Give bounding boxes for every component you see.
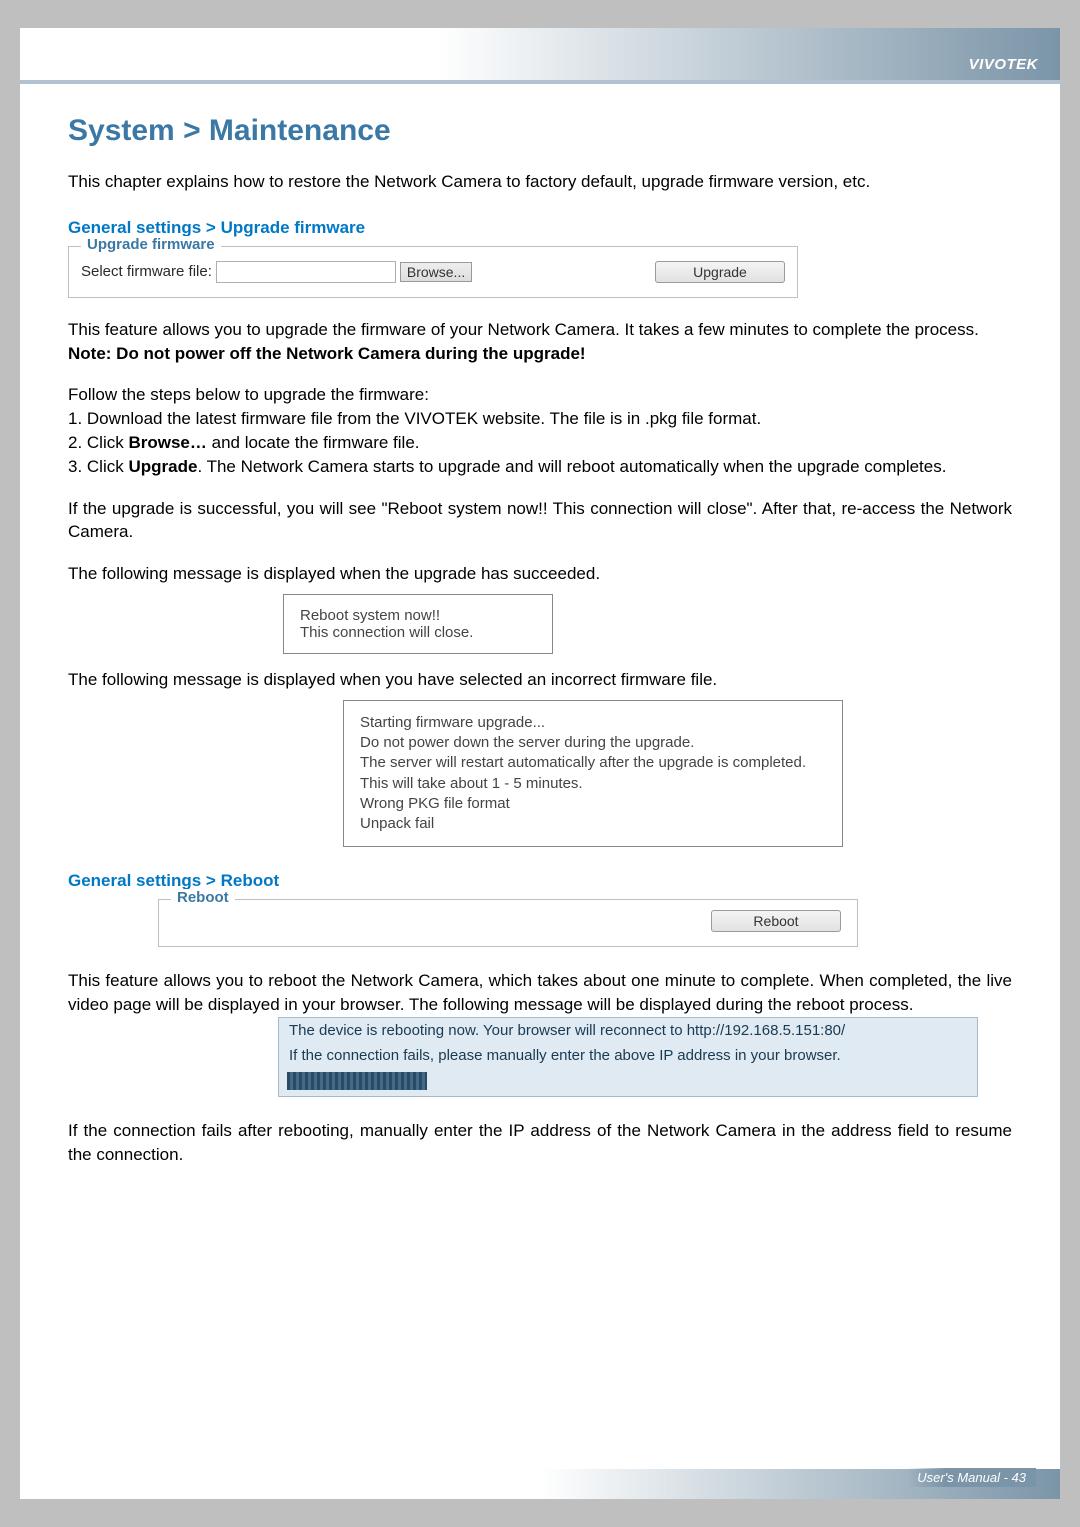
fieldset-upgrade-firmware: Upgrade firmware Select firmware file: B… <box>68 246 798 298</box>
brand-name: VIVOTEK <box>969 56 1038 73</box>
fieldset-reboot: Reboot Reboot <box>158 899 858 947</box>
fieldset-legend-upgrade: Upgrade firmware <box>81 236 221 253</box>
step-1: 1. Download the latest firmware file fro… <box>68 407 1012 431</box>
incorrect-intro: The following message is displayed when … <box>68 668 1012 692</box>
succeeded-intro: The following message is displayed when … <box>68 562 1012 586</box>
reboot-panel-l2: If the connection fails, please manually… <box>279 1043 977 1068</box>
footer-band <box>20 1469 1060 1499</box>
upgrade-steps: Follow the steps below to upgrade the fi… <box>68 383 1012 478</box>
step2-post: and locate the firmware file. <box>207 433 420 452</box>
step3-post: . The Network Camera starts to upgrade a… <box>197 457 946 476</box>
msgbox-fail: Starting firmware upgrade... Do not powe… <box>343 700 843 848</box>
msg-fail-l2: Do not power down the server during the … <box>360 733 826 753</box>
step3-pre: 3. Click <box>68 457 128 476</box>
success-para: If the upgrade is successful, you will s… <box>68 497 1012 545</box>
step-2: 2. Click Browse… and locate the firmware… <box>68 431 1012 455</box>
content-area: System > Maintenance This chapter explai… <box>20 84 1060 1166</box>
step-3: 3. Click Upgrade. The Network Camera sta… <box>68 455 1012 479</box>
msg-fail-l1: Starting firmware upgrade... <box>360 713 826 733</box>
section-heading-reboot: General settings > Reboot <box>68 871 1012 891</box>
msg-success-line1: Reboot system now!! <box>300 607 536 624</box>
reboot-desc: This feature allows you to reboot the Ne… <box>68 969 1012 1017</box>
section-heading-upgrade: General settings > Upgrade firmware <box>68 218 1012 238</box>
label-select-file: Select firmware file: <box>81 263 212 280</box>
upgrade-desc: This feature allows you to upgrade the f… <box>68 318 1012 342</box>
browse-button[interactable]: Browse... <box>400 262 472 282</box>
footer-page-label: User's Manual - 43 <box>907 1468 1036 1487</box>
reboot-after: If the connection fails after rebooting,… <box>68 1119 1012 1167</box>
document-page: VIVOTEK System > Maintenance This chapte… <box>20 28 1060 1499</box>
page-title: System > Maintenance <box>68 114 1012 148</box>
msg-fail-l4: This will take about 1 - 5 minutes. <box>360 774 826 794</box>
msg-success-line2: This connection will close. <box>300 624 536 641</box>
upgrade-note-bold: Note: Do not power off the Network Camer… <box>68 344 586 363</box>
fieldset-legend-reboot: Reboot <box>171 889 235 906</box>
steps-intro: Follow the steps below to upgrade the fi… <box>68 383 1012 407</box>
reboot-panel-l1: The device is rebooting now. Your browse… <box>279 1018 977 1043</box>
msg-fail-l6: Unpack fail <box>360 814 826 834</box>
firmware-file-input[interactable] <box>216 261 396 283</box>
msgbox-success: Reboot system now!! This connection will… <box>283 594 553 654</box>
step2-bold: Browse… <box>128 433 206 452</box>
reboot-button[interactable]: Reboot <box>711 910 841 932</box>
step2-pre: 2. Click <box>68 433 128 452</box>
msg-fail-l3: The server will restart automatically af… <box>360 753 826 773</box>
header-band: VIVOTEK <box>20 28 1060 84</box>
row-upgrade: Select firmware file: Browse... Upgrade <box>81 261 785 283</box>
intro-paragraph: This chapter explains how to restore the… <box>68 170 1012 194</box>
upgrade-button[interactable]: Upgrade <box>655 261 785 283</box>
progress-bar <box>287 1072 427 1090</box>
step3-bold: Upgrade <box>128 457 197 476</box>
upgrade-note: Note: Do not power off the Network Camer… <box>68 342 1012 366</box>
reboot-progress-panel: The device is rebooting now. Your browse… <box>278 1017 978 1097</box>
msg-fail-l5: Wrong PKG file format <box>360 794 826 814</box>
